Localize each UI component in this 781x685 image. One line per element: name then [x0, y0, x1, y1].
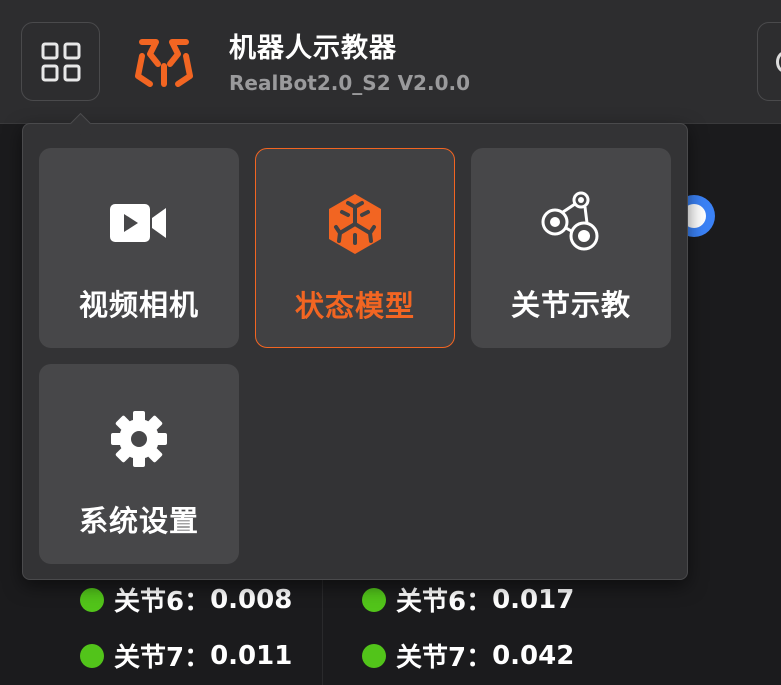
joint-row-left-6: 关节6： 0.008 — [80, 581, 292, 618]
robot-logo — [135, 39, 193, 87]
top-bar: 机器人示教器 RealBot2.0_S2 V2.0.0 — [0, 0, 781, 124]
menu-item-video-camera[interactable]: 视频相机 — [39, 148, 239, 348]
status-dot — [362, 643, 386, 668]
cube-model-icon — [329, 194, 381, 254]
app-version: RealBot2.0_S2 V2.0.0 — [229, 71, 470, 95]
menu-item-label: 关节示教 — [510, 288, 631, 322]
joint-row-right-7: 关节7： 0.042 — [362, 637, 574, 674]
status-dot — [362, 587, 386, 612]
menu-item-label: 视频相机 — [78, 288, 199, 322]
menu-item-joint-teach[interactable]: 关节示教 — [471, 148, 671, 348]
menu-item-label: 系统设置 — [78, 504, 199, 538]
joint-label: 关节7： — [114, 643, 211, 673]
status-dot — [80, 587, 104, 612]
joint-value: 0.042 — [492, 640, 575, 671]
joint-label: 关节6： — [396, 587, 493, 617]
menu-item-system-settings[interactable]: 系统设置 — [39, 364, 239, 564]
refresh-icon — [776, 51, 781, 73]
status-dot — [80, 643, 104, 668]
joint-value: 0.008 — [210, 584, 293, 615]
joint-label: 关节7： — [396, 643, 493, 673]
app-menu-button[interactable] — [21, 22, 100, 101]
joint-label: 关节6： — [114, 587, 211, 617]
joint-row-right-6: 关节6： 0.017 — [362, 581, 574, 618]
toolbar-right-button[interactable] — [757, 22, 781, 101]
menu-item-status-model[interactable]: 状态模型 — [255, 148, 455, 348]
joint-row-left-7: 关节7： 0.011 — [80, 637, 292, 674]
menu-item-label: 状态模型 — [294, 289, 415, 323]
app-title: 机器人示教器 — [229, 33, 397, 64]
app-menu-popup: 视频相机 状态模型 关节示教 系统设置 — [22, 112, 688, 580]
column-divider — [322, 580, 323, 685]
gear-icon — [111, 411, 167, 467]
video-camera-icon — [110, 204, 166, 242]
grid-icon — [41, 42, 81, 82]
robot-arm-joint-icon — [541, 191, 599, 251]
joint-value: 0.011 — [210, 640, 293, 671]
joint-value: 0.017 — [492, 584, 575, 615]
